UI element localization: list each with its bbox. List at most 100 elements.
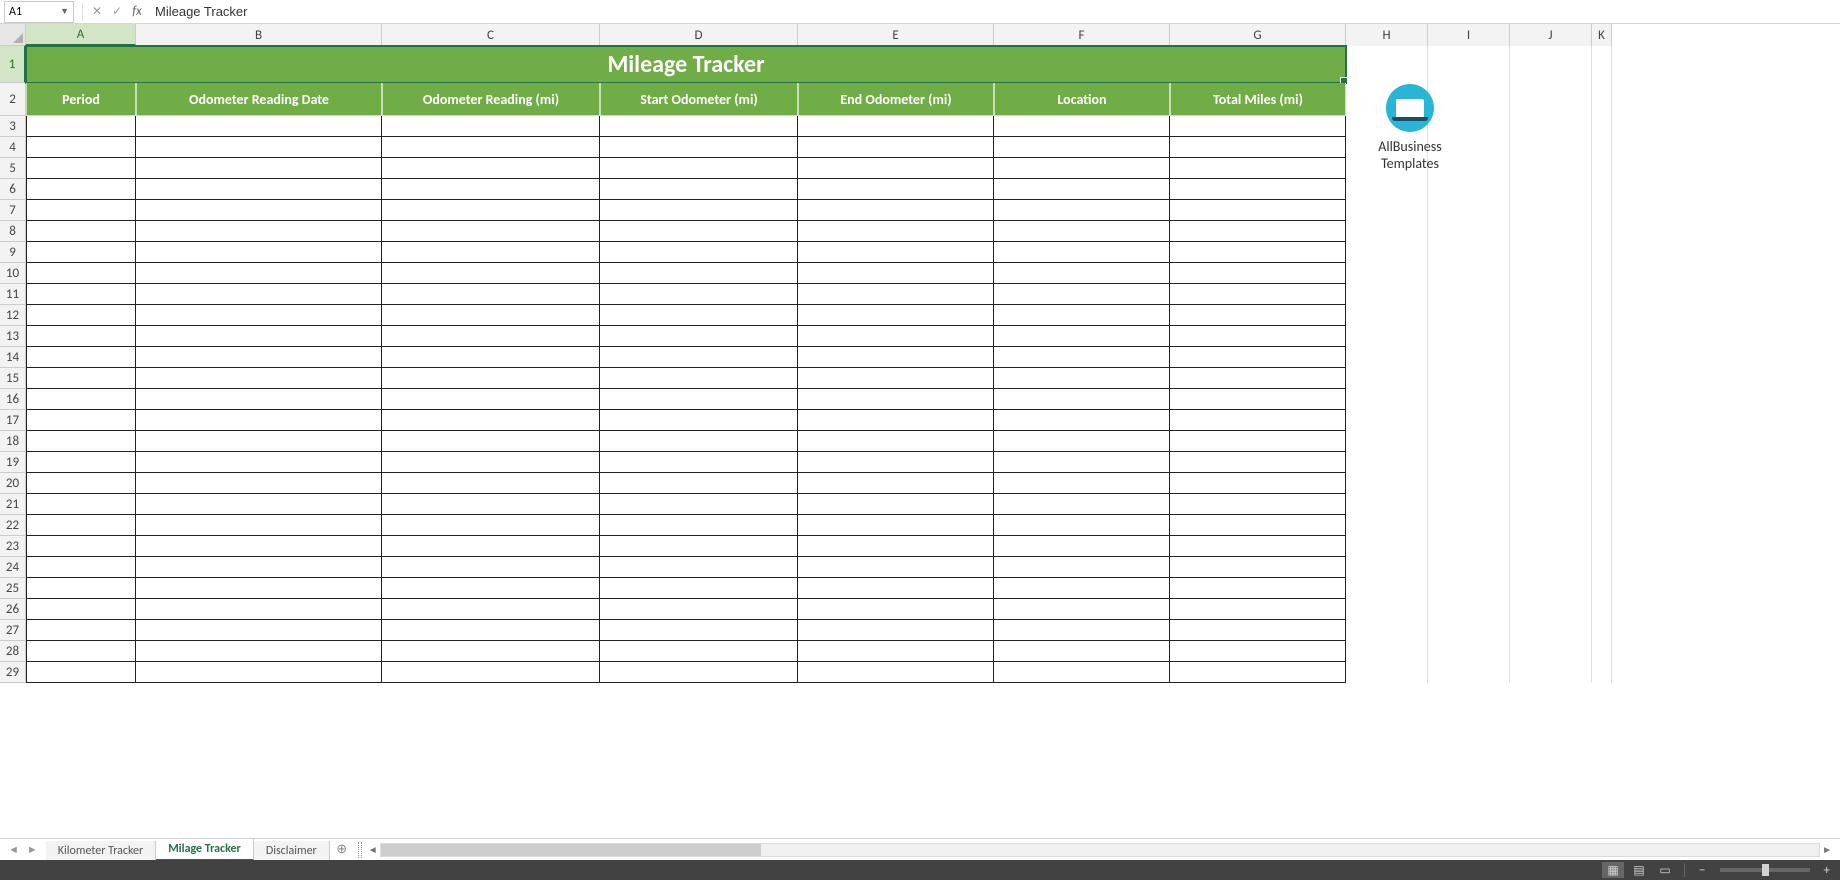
table-cell[interactable] <box>600 389 798 410</box>
table-cell[interactable] <box>994 662 1170 683</box>
formula-input[interactable] <box>147 1 1840 23</box>
table-cell[interactable] <box>1170 305 1346 326</box>
row-header-12[interactable]: 12 <box>0 305 26 326</box>
table-cell[interactable] <box>26 305 136 326</box>
table-cell[interactable] <box>382 347 600 368</box>
table-cell[interactable] <box>798 557 994 578</box>
tab-next-icon[interactable]: ► <box>25 843 40 856</box>
scroll-left-icon[interactable]: ◄ <box>366 843 380 856</box>
row-header-15[interactable]: 15 <box>0 368 26 389</box>
zoom-out-button[interactable]: − <box>1693 863 1711 878</box>
table-cell[interactable] <box>26 221 136 242</box>
fx-icon[interactable]: fx <box>127 1 147 23</box>
table-cell[interactable] <box>1170 536 1346 557</box>
table-cell[interactable] <box>600 158 798 179</box>
table-cell[interactable] <box>136 116 382 137</box>
cancel-icon[interactable]: ✕ <box>87 1 107 23</box>
row-header-6[interactable]: 6 <box>0 179 26 200</box>
table-cell[interactable] <box>798 158 994 179</box>
table-cell[interactable] <box>26 599 136 620</box>
table-header-cell[interactable]: End Odometer (mi) <box>798 83 994 116</box>
sheet-tab[interactable]: Kilometer Tracker <box>46 841 156 861</box>
add-sheet-button[interactable]: ⊕ <box>330 842 354 857</box>
table-cell[interactable] <box>382 179 600 200</box>
row-header-11[interactable]: 11 <box>0 284 26 305</box>
name-box[interactable]: A1 ▼ <box>4 1 74 23</box>
table-cell[interactable] <box>136 158 382 179</box>
table-cell[interactable] <box>1170 200 1346 221</box>
view-normal-icon[interactable]: ▦ <box>1602 862 1624 878</box>
table-cell[interactable] <box>1170 347 1346 368</box>
table-cell[interactable] <box>798 137 994 158</box>
table-cell[interactable] <box>1170 494 1346 515</box>
table-cell[interactable] <box>136 305 382 326</box>
row-header-27[interactable]: 27 <box>0 620 26 641</box>
table-cell[interactable] <box>136 662 382 683</box>
table-cell[interactable] <box>798 284 994 305</box>
table-cell[interactable] <box>136 137 382 158</box>
table-cell[interactable] <box>26 431 136 452</box>
view-page-layout-icon[interactable]: ▤ <box>1628 862 1650 878</box>
table-cell[interactable] <box>798 599 994 620</box>
table-cell[interactable] <box>136 557 382 578</box>
table-cell[interactable] <box>600 116 798 137</box>
table-cell[interactable] <box>798 116 994 137</box>
table-cell[interactable] <box>1170 578 1346 599</box>
table-cell[interactable] <box>600 620 798 641</box>
row-header-24[interactable]: 24 <box>0 557 26 578</box>
table-cell[interactable] <box>136 263 382 284</box>
table-cell[interactable] <box>26 410 136 431</box>
table-cell[interactable] <box>1170 389 1346 410</box>
table-cell[interactable] <box>600 452 798 473</box>
table-cell[interactable] <box>136 599 382 620</box>
table-cell[interactable] <box>600 347 798 368</box>
table-cell[interactable] <box>26 263 136 284</box>
table-cell[interactable] <box>600 179 798 200</box>
table-cell[interactable] <box>26 578 136 599</box>
table-cell[interactable] <box>136 620 382 641</box>
table-cell[interactable] <box>382 452 600 473</box>
row-header-19[interactable]: 19 <box>0 452 26 473</box>
table-cell[interactable] <box>382 599 600 620</box>
table-cell[interactable] <box>600 368 798 389</box>
table-cell[interactable] <box>136 641 382 662</box>
table-cell[interactable] <box>382 473 600 494</box>
table-cell[interactable] <box>1170 284 1346 305</box>
table-cell[interactable] <box>994 137 1170 158</box>
table-cell[interactable] <box>600 641 798 662</box>
row-header-28[interactable]: 28 <box>0 641 26 662</box>
table-cell[interactable] <box>26 557 136 578</box>
table-cell[interactable] <box>600 494 798 515</box>
row-header-5[interactable]: 5 <box>0 158 26 179</box>
table-cell[interactable] <box>136 368 382 389</box>
table-cell[interactable] <box>136 284 382 305</box>
table-cell[interactable] <box>600 557 798 578</box>
table-cell[interactable] <box>26 347 136 368</box>
table-cell[interactable] <box>994 473 1170 494</box>
table-cell[interactable] <box>1170 137 1346 158</box>
empty-column[interactable] <box>1592 46 1612 683</box>
row-header-17[interactable]: 17 <box>0 410 26 431</box>
column-header-B[interactable]: B <box>136 24 382 46</box>
column-header-F[interactable]: F <box>994 24 1170 46</box>
column-header-E[interactable]: E <box>798 24 994 46</box>
table-cell[interactable] <box>136 389 382 410</box>
table-cell[interactable] <box>26 389 136 410</box>
table-cell[interactable] <box>1170 431 1346 452</box>
table-cell[interactable] <box>798 221 994 242</box>
table-cell[interactable] <box>994 200 1170 221</box>
table-cell[interactable] <box>1170 263 1346 284</box>
confirm-icon[interactable]: ✓ <box>107 1 127 23</box>
zoom-slider[interactable] <box>1720 868 1810 872</box>
table-cell[interactable] <box>382 641 600 662</box>
table-cell[interactable] <box>600 242 798 263</box>
table-cell[interactable] <box>26 662 136 683</box>
table-cell[interactable] <box>994 284 1170 305</box>
table-cell[interactable] <box>382 557 600 578</box>
table-cell[interactable] <box>382 242 600 263</box>
table-cell[interactable] <box>994 242 1170 263</box>
table-cell[interactable] <box>600 536 798 557</box>
row-header-25[interactable]: 25 <box>0 578 26 599</box>
table-cell[interactable] <box>382 410 600 431</box>
table-cell[interactable] <box>798 410 994 431</box>
